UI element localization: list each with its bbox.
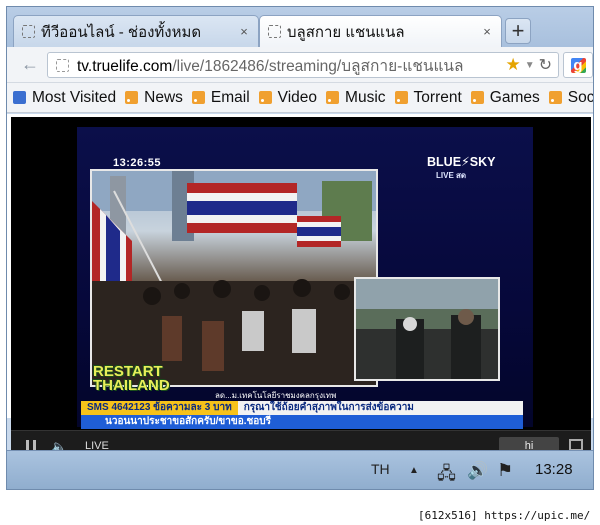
bookmark-most-visited[interactable]: Most Visited [13,89,116,107]
system-taskbar: TH ▲ 🖧 🔊 ⚑ 13:28 [7,450,593,489]
bookmark-social[interactable]: Social [548,88,594,107]
rss-icon [326,91,340,104]
ticker-top-bar: SMS 4642123 ข้อความละ 3 บาท กรุณาใช้ถ้อย… [81,401,523,415]
bookmark-label: Music [345,88,386,106]
tab-strip: ทีวีออนไลน์ - ช่องทั้งหมด × บลูสกาย แชนแ… [7,7,593,47]
google-icon: g [570,57,586,73]
action-center-flag-icon[interactable]: ⚑ [497,460,513,481]
rss-icon [470,91,484,104]
star-icon[interactable]: ★ [505,55,520,75]
url-host: tv.truelife.com [77,57,173,75]
bookmark-label: Email [210,88,250,106]
bookmarks-bar: Most Visited News Email Video Music Torr… [7,83,593,113]
bookmark-torrent[interactable]: Torrent [394,88,462,107]
inset-camera-feed [354,277,500,381]
reload-icon[interactable]: ↻ [539,55,552,75]
rss-icon [191,91,205,104]
browser-window: ทีวีออนไลน์ - ช่องทั้งหมด × บลูสกาย แชนแ… [6,6,594,490]
logo-line-2: THAILAND [93,377,170,394]
broadcast-clock: 13:26:55 [113,157,162,169]
rss-icon [125,91,139,104]
most-visited-icon [13,91,26,104]
bookmark-label: Torrent [413,88,462,106]
chevron-down-icon[interactable]: ▼ [525,60,535,71]
page-content: 13:26:55 BLUE⚡SKY LIVE สด RESTART THAILA… [7,114,593,460]
page-icon [268,25,281,38]
rss-icon [394,91,408,104]
image-watermark: [612x516] https://upic.me/ [418,509,591,522]
restart-thailand-logo: RESTART THAILAND [93,364,170,394]
url-text[interactable]: tv.truelife.com/live/1862486/streaming/บ… [77,53,505,78]
new-tab-button[interactable]: + [505,18,531,44]
video-player[interactable]: 13:26:55 BLUE⚡SKY LIVE สด RESTART THAILA… [11,117,591,460]
bookmark-video[interactable]: Video [258,88,318,107]
bookmark-games[interactable]: Games [470,88,540,107]
volume-tray-icon[interactable]: 🔊 [467,461,488,481]
channel-brand: BLUE⚡SKY [427,155,496,169]
close-tab-icon[interactable]: × [479,24,495,39]
address-bar[interactable]: tv.truelife.com/live/1862486/streaming/บ… [47,52,559,78]
bookmark-email[interactable]: Email [191,88,250,107]
close-tab-icon[interactable]: × [236,24,252,39]
street-scene [356,279,498,379]
url-path: /live/1862486/streaming/บลูสกาย-แชนแนล [172,57,464,75]
bookmark-label: Social [567,88,594,106]
page-icon [22,25,35,38]
flag-shape [187,183,297,233]
ticker-scroll-text: นวอนนาประชาขอสักครับ/ขาขอ.ชอบรี [81,415,523,429]
bookmark-music[interactable]: Music [326,88,386,107]
show-hidden-icons-icon[interactable]: ▲ [409,465,419,476]
network-icon[interactable]: 🖧 [437,461,456,489]
bookmark-label: News [144,88,183,106]
rss-icon [258,91,272,104]
main-camera-feed [90,169,378,387]
bookmark-label: Most Visited [32,88,117,106]
navigation-toolbar: ← tv.truelife.com/live/1862486/streaming… [7,47,593,83]
channel-logo: BLUE⚡SKY LIVE สด [427,154,496,182]
rss-icon [548,91,562,104]
tab-bluesky-channel[interactable]: บลูสกาย แชนแนล × [259,15,502,47]
bookmark-label: Video [277,88,318,106]
language-indicator[interactable]: TH [371,461,390,477]
channel-live-label: LIVE สด [436,171,467,180]
back-button[interactable]: ← [17,53,43,77]
news-ticker: SMS 4642123 ข้อความละ 3 บาท กรุณาใช้ถ้อย… [11,401,591,431]
protest-scene [92,171,376,385]
bookmark-news[interactable]: News [125,89,183,107]
tab-tv-online[interactable]: ทีวีออนไลน์ - ช่องทั้งหมด × [13,15,259,47]
tab-title: ทีวีออนไลน์ - ช่องทั้งหมด [41,23,202,41]
page-icon [56,58,69,72]
taskbar-clock[interactable]: 13:28 [535,461,573,478]
bookmark-label: Games [489,88,540,106]
search-engine-button[interactable]: g [563,52,593,78]
video-frame: 13:26:55 BLUE⚡SKY LIVE สด RESTART THAILA… [77,127,533,427]
ticker-message: กรุณาใช้ถ้อยคำสุภาพในการส่งข้อความ [243,402,414,413]
sms-badge: SMS 4642123 ข้อความละ 3 บาท [81,401,238,415]
tab-title: บลูสกาย แชนแนล [287,23,405,41]
